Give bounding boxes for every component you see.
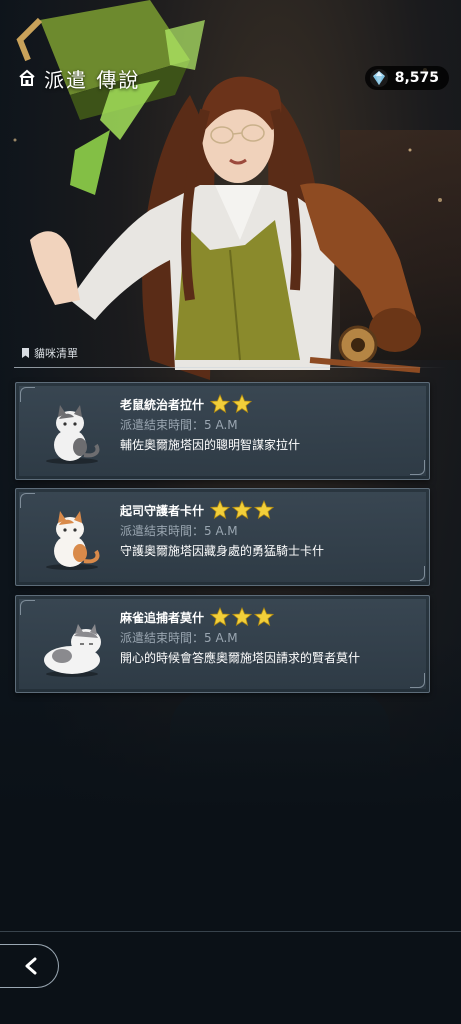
star-icon — [232, 394, 253, 414]
cat-name: 起司守護者卡什 — [120, 503, 205, 518]
cat-card[interactable]: 老鼠統治者拉什派遣結束時間：5 A.M 輔佐奧爾施塔因的聰明智謀家拉什 — [15, 382, 430, 480]
cat-name-row: 麻雀追捕者莫什 — [120, 606, 419, 628]
star-icon — [254, 607, 275, 627]
star-icon — [232, 607, 253, 627]
bookmark-icon — [22, 348, 29, 358]
bottom-divider — [0, 931, 461, 932]
cat-name: 老鼠統治者拉什 — [120, 397, 205, 412]
cat-portrait — [44, 624, 101, 677]
background-floor-fade — [0, 640, 461, 1024]
star-icon — [210, 500, 231, 520]
cat-description: 輔佐奧爾施塔因的聰明智謀家拉什 — [120, 438, 301, 452]
dispatch-end-time: 派遣結束時間：5 A.M — [120, 524, 238, 538]
dispatch-end-time: 派遣結束時間：5 A.M — [120, 418, 238, 432]
star-icon — [210, 394, 231, 414]
cat-portrait — [46, 511, 100, 570]
home-icon[interactable] — [18, 69, 36, 87]
cat-description: 開心的時候會答應奧爾施塔因請求的賢者莫什 — [120, 651, 361, 665]
cat-card[interactable]: 麻雀追捕者莫什派遣結束時間：5 A.M 開心的時候會答應奧爾施塔因請求的賢者莫什 — [15, 595, 430, 693]
cat-info: 麻雀追捕者莫什派遣結束時間：5 A.M 開心的時候會答應奧爾施塔因請求的賢者莫什 — [120, 606, 419, 666]
gem-icon — [369, 69, 388, 87]
dispatch-end-time: 派遣結束時間：5 A.M — [120, 631, 238, 645]
cat-info: 老鼠統治者拉什派遣結束時間：5 A.M 輔佐奧爾施塔因的聰明智謀家拉什 — [120, 393, 419, 453]
cat-list-label-text: 貓咪清單 — [34, 347, 78, 360]
star-icon — [232, 500, 253, 520]
section-divider — [14, 367, 446, 368]
star-icon — [210, 607, 231, 627]
star-rating — [210, 500, 275, 520]
cat-name: 麻雀追捕者莫什 — [120, 610, 205, 625]
cat-name-row: 起司守護者卡什 — [120, 499, 419, 521]
chevron-left-icon — [25, 957, 37, 975]
cat-name-row: 老鼠統治者拉什 — [120, 393, 419, 415]
star-icon — [254, 500, 275, 520]
cat-description: 守護奧爾施塔因藏身處的勇猛騎士卡什 — [120, 544, 325, 558]
star-rating — [210, 607, 275, 627]
back-button[interactable] — [0, 944, 59, 988]
cat-info: 起司守護者卡什派遣結束時間：5 A.M 守護奧爾施塔因藏身處的勇猛騎士卡什 — [120, 499, 419, 559]
currency-display[interactable]: 8,575 — [364, 66, 449, 90]
star-rating — [210, 394, 253, 414]
currency-value: 8,575 — [394, 70, 439, 86]
cat-portrait — [46, 405, 100, 464]
cat-list-label: 貓咪清單 — [22, 345, 78, 361]
top-header: 派遣 傳說 — [18, 64, 140, 92]
cat-card[interactable]: 起司守護者卡什派遣結束時間：5 A.M 守護奧爾施塔因藏身處的勇猛騎士卡什 — [15, 488, 430, 586]
page-title: 派遣 傳說 — [44, 67, 141, 92]
